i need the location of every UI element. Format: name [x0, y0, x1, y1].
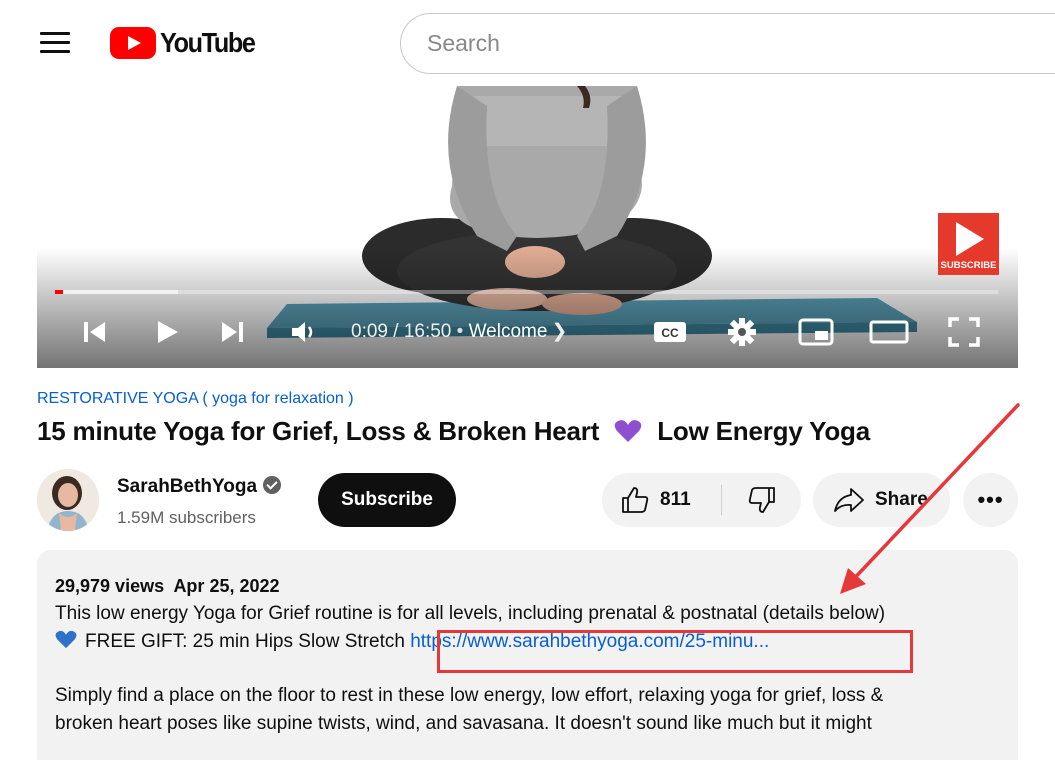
- title-text-part1: 15 minute Yoga for Grief, Loss & Broken …: [37, 416, 600, 446]
- next-icon[interactable]: [212, 310, 252, 354]
- upload-date: Apr 25, 2022: [173, 576, 280, 596]
- description-line-3: Simply find a place on the floor to rest…: [55, 685, 884, 706]
- channel-name-text: SarahBethYoga: [117, 476, 258, 497]
- description-line-4: broken heart poses like supine twists, w…: [55, 713, 872, 734]
- youtube-logo[interactable]: YouTube: [110, 27, 265, 59]
- fullscreen-icon[interactable]: [942, 310, 986, 354]
- time-display: 0:09 / 16:50 • Welcome ❯: [351, 321, 568, 342]
- settings-gear-icon[interactable]: [722, 310, 762, 354]
- view-count: 29,979 views: [55, 576, 165, 596]
- purple-heart-icon: [606, 416, 650, 447]
- video-title: 15 minute Yoga for Grief, Loss & Broken …: [37, 416, 870, 447]
- description-meta: 29,979 views Apr 25, 2022: [55, 572, 1000, 600]
- captions-icon[interactable]: CC: [650, 310, 690, 354]
- search-input[interactable]: Search: [400, 13, 1055, 74]
- subscribe-watermark[interactable]: SUBSCRIBE: [938, 213, 999, 275]
- progress-bar[interactable]: [55, 290, 998, 294]
- subscriber-count: 1.59M subscribers: [117, 508, 256, 527]
- thumbs-up-icon: [622, 487, 649, 513]
- like-dislike-group: 811: [602, 473, 801, 527]
- share-label: Share: [875, 489, 928, 510]
- title-text-part2: Low Energy Yoga: [657, 416, 870, 446]
- played-bar: [55, 290, 64, 294]
- blue-heart-icon: [55, 630, 77, 658]
- chevron-right-icon[interactable]: ❯: [551, 321, 567, 342]
- play-button-icon[interactable]: [147, 310, 187, 354]
- cc-label: CC: [661, 326, 679, 340]
- channel-name[interactable]: SarahBethYoga: [117, 476, 282, 498]
- logo-text: YouTube: [160, 27, 256, 58]
- total-time: 16:50: [403, 321, 452, 342]
- video-player[interactable]: SUBSCRIBE 0:09 / 16:50 • Welcome ❯ CC: [37, 86, 1018, 368]
- buffer-bar: [55, 290, 178, 294]
- description-line-1: This low energy Yoga for Grief routine i…: [55, 603, 886, 624]
- like-button[interactable]: 811: [602, 473, 721, 527]
- current-time: 0:09: [351, 321, 388, 342]
- player-controls: 0:09 / 16:50 • Welcome ❯ CC: [37, 310, 1018, 354]
- subscribe-watermark-label: SUBSCRIBE: [940, 260, 997, 271]
- search-placeholder: Search: [427, 30, 500, 56]
- thumbs-down-icon: [748, 487, 775, 513]
- volume-icon[interactable]: [285, 310, 325, 354]
- youtube-watch-page: YouTube Search SUBSCRIBE 0:09 / 16:50 • …: [0, 0, 1055, 760]
- top-header: YouTube Search: [0, 0, 1055, 86]
- play-icon: [956, 222, 984, 256]
- like-count: 811: [660, 489, 691, 510]
- video-category-link[interactable]: RESTORATIVE YOGA ( yoga for relaxation ): [37, 390, 354, 408]
- hamburger-menu-icon[interactable]: [38, 28, 72, 58]
- annotation-highlight-box: [437, 630, 913, 673]
- youtube-play-icon: [110, 27, 156, 59]
- channel-avatar[interactable]: [37, 469, 99, 531]
- dislike-button[interactable]: [722, 473, 801, 527]
- share-arrow-icon: [834, 488, 864, 512]
- share-button[interactable]: Share: [813, 473, 950, 527]
- verified-check-icon: [263, 476, 282, 494]
- subscribe-button[interactable]: Subscribe: [318, 473, 456, 527]
- previous-icon[interactable]: [75, 310, 115, 354]
- chapter-title[interactable]: Welcome: [469, 321, 548, 342]
- miniplayer-icon[interactable]: [794, 310, 838, 354]
- theater-mode-icon[interactable]: [867, 310, 911, 354]
- more-actions-icon[interactable]: •••: [963, 473, 1018, 527]
- gift-text: FREE GIFT: 25 min Hips Slow Stretch: [85, 631, 405, 652]
